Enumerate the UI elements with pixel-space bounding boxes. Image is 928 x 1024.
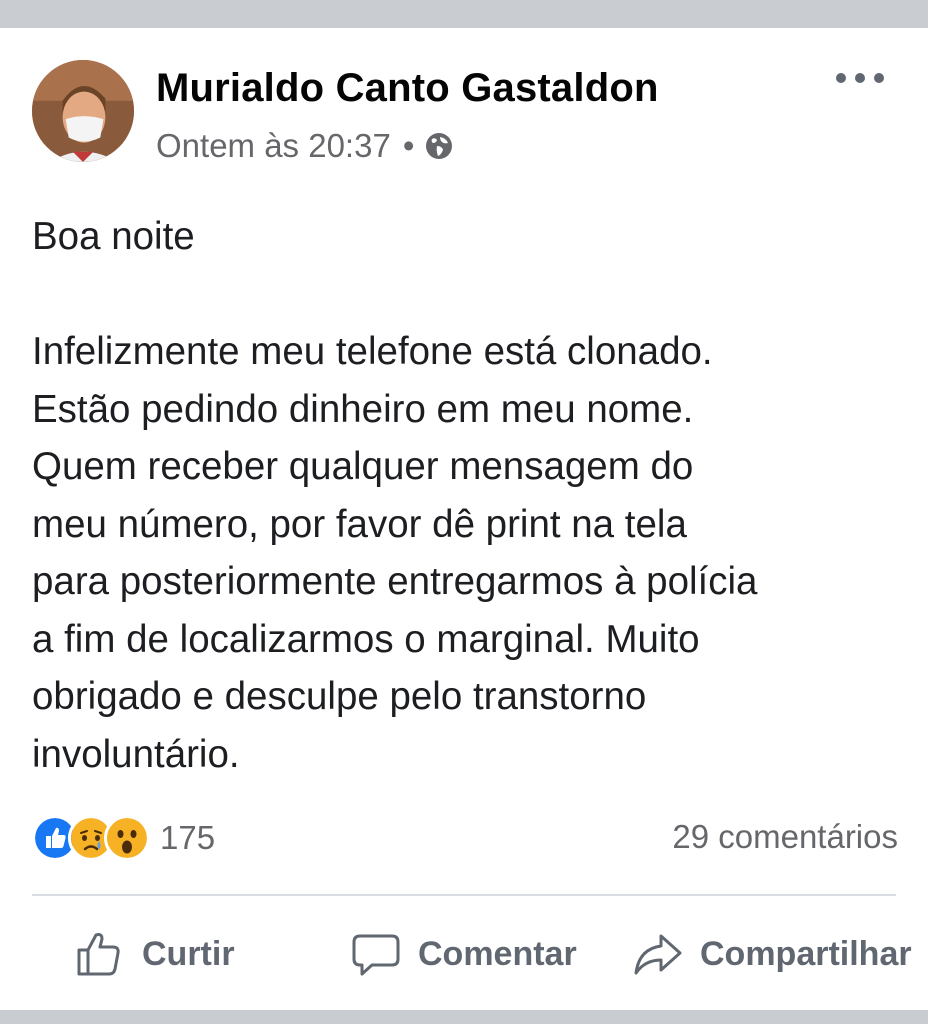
speech-bubble-icon <box>352 934 400 976</box>
reaction-count: 175 <box>160 819 216 856</box>
post-timestamp[interactable]: Ontem às 20:37 <box>156 127 391 165</box>
comment-count[interactable]: 29 comentários <box>672 818 898 856</box>
post-body-line: obrigado e desculpe pelo transtorno <box>32 675 647 718</box>
post-body-line: Quem receber qualquer mensagem do <box>32 445 694 488</box>
wow-reaction-icon <box>104 815 150 861</box>
post-body-line: involuntário. <box>32 732 240 776</box>
share-label: Compartilhar <box>700 934 912 973</box>
post-body-line: a fim de localizarmos o marginal. Muito <box>32 617 700 661</box>
reactions-summary[interactable]: 175 <box>32 815 216 861</box>
divider <box>32 894 896 896</box>
bottom-background <box>0 1010 928 1024</box>
comment-label: Comentar <box>418 934 577 973</box>
post-body-line: Infelizmente meu telefone está clonado. <box>32 330 713 373</box>
post-body-line: para posteriormente entregarmos à políci… <box>32 560 758 603</box>
like-label: Curtir <box>142 934 235 973</box>
post-body-line: Estão pedindo dinheiro em meu nome. <box>32 387 694 431</box>
like-button[interactable]: Curtir <box>74 926 235 982</box>
share-arrow-icon <box>634 934 682 975</box>
top-background <box>0 0 928 28</box>
post-body-line: meu número, por favor dê print na tela <box>32 502 687 546</box>
post-greeting: Boa noite <box>32 215 195 258</box>
thumbs-up-icon <box>77 933 120 976</box>
meta-separator: • <box>402 127 415 164</box>
globe-icon <box>424 131 454 161</box>
share-button[interactable]: Compartilhar <box>632 926 912 982</box>
post-body: Boa noite Infelizmente meu telefone está… <box>32 208 912 783</box>
post-meta: Ontem às 20:37 • <box>156 126 454 166</box>
post-card: Murialdo Canto Gastaldon Ontem às 20:37 … <box>0 28 928 1010</box>
author-name[interactable]: Murialdo Canto Gastaldon <box>156 66 659 111</box>
comment-button[interactable]: Comentar <box>350 926 577 982</box>
more-options-icon[interactable] <box>836 64 884 92</box>
avatar[interactable] <box>32 60 134 162</box>
